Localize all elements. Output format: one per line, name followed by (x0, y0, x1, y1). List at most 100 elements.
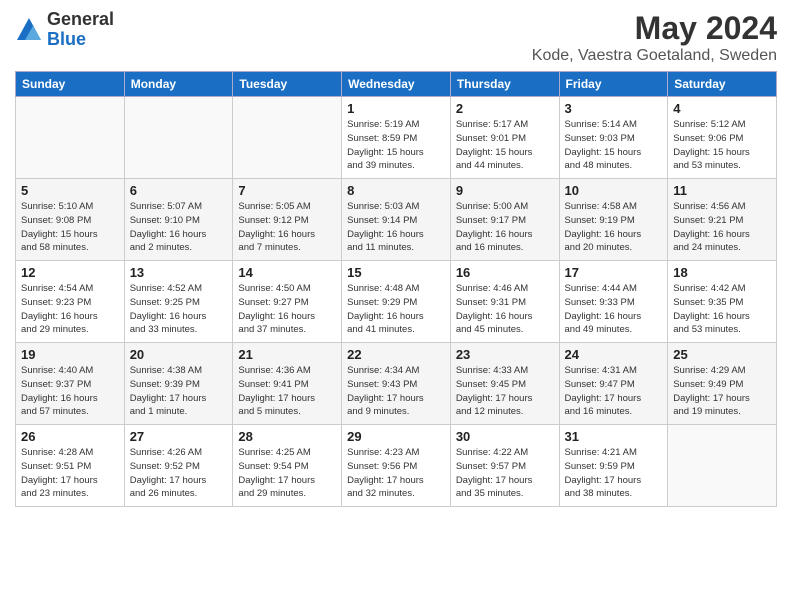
day-info: Sunrise: 4:46 AM Sunset: 9:31 PM Dayligh… (456, 282, 554, 337)
day-number: 23 (456, 347, 554, 362)
day-info: Sunrise: 4:23 AM Sunset: 9:56 PM Dayligh… (347, 446, 445, 501)
logo: General Blue (15, 10, 114, 50)
calendar-cell: 27Sunrise: 4:26 AM Sunset: 9:52 PM Dayli… (124, 425, 233, 507)
calendar-cell (124, 97, 233, 179)
col-header-tuesday: Tuesday (233, 72, 342, 97)
day-info: Sunrise: 5:14 AM Sunset: 9:03 PM Dayligh… (565, 118, 663, 173)
day-info: Sunrise: 5:19 AM Sunset: 8:59 PM Dayligh… (347, 118, 445, 173)
day-info: Sunrise: 4:56 AM Sunset: 9:21 PM Dayligh… (673, 200, 771, 255)
day-number: 9 (456, 183, 554, 198)
calendar-cell: 5 Sunrise: 5:10 AM Sunset: 9:08 PM Daylig… (16, 179, 125, 261)
calendar-week-3: 12 Sunrise: 4:54 AM Sunset: 9:23 PM Dayli… (16, 261, 777, 343)
col-header-saturday: Saturday (668, 72, 777, 97)
day-info: Sunrise: 4:21 AM Sunset: 9:59 PM Dayligh… (565, 446, 663, 501)
calendar-week-5: 26 Sunrise: 4:28 AM Sunset: 9:51 PM Dayli… (16, 425, 777, 507)
header: General Blue May 2024 Kode, Vaestra Goet… (15, 10, 777, 65)
day-info: Sunrise: 5:12 AM Sunset: 9:06 PM Dayligh… (673, 118, 771, 173)
calendar-week-2: 5 Sunrise: 5:10 AM Sunset: 9:08 PM Daylig… (16, 179, 777, 261)
day-number: 31 (565, 429, 663, 444)
calendar-cell: 17Sunrise: 4:44 AM Sunset: 9:33 PM Dayli… (559, 261, 668, 343)
calendar-cell: 9 Sunrise: 5:00 AM Sunset: 9:17 PM Daylig… (450, 179, 559, 261)
day-number: 15 (347, 265, 445, 280)
day-number: 12 (21, 265, 119, 280)
day-info: Sunrise: 4:28 AM Sunset: 9:51 PM Dayligh… (21, 446, 119, 501)
calendar-cell: 8Sunrise: 5:03 AM Sunset: 9:14 PM Daylig… (342, 179, 451, 261)
day-number: 2 (456, 101, 554, 116)
day-number: 29 (347, 429, 445, 444)
day-info: Sunrise: 5:10 AM Sunset: 9:08 PM Dayligh… (21, 200, 119, 255)
calendar-week-1: 1 Sunrise: 5:19 AM Sunset: 8:59 PM Daylig… (16, 97, 777, 179)
day-info: Sunrise: 4:25 AM Sunset: 9:54 PM Dayligh… (238, 446, 336, 501)
day-info: Sunrise: 4:36 AM Sunset: 9:41 PM Dayligh… (238, 364, 336, 419)
col-header-monday: Monday (124, 72, 233, 97)
calendar-cell: 12 Sunrise: 4:54 AM Sunset: 9:23 PM Dayli… (16, 261, 125, 343)
day-number: 4 (673, 101, 771, 116)
day-number: 17 (565, 265, 663, 280)
day-info: Sunrise: 4:42 AM Sunset: 9:35 PM Dayligh… (673, 282, 771, 337)
col-header-friday: Friday (559, 72, 668, 97)
calendar-subtitle: Kode, Vaestra Goetaland, Sweden (532, 47, 777, 65)
day-number: 20 (130, 347, 228, 362)
day-number: 16 (456, 265, 554, 280)
day-info: Sunrise: 4:22 AM Sunset: 9:57 PM Dayligh… (456, 446, 554, 501)
calendar-cell: 24 Sunrise: 4:31 AM Sunset: 9:47 PM Dayli… (559, 343, 668, 425)
day-info: Sunrise: 4:40 AM Sunset: 9:37 PM Dayligh… (21, 364, 119, 419)
day-number: 1 (347, 101, 445, 116)
calendar-cell: 22 Sunrise: 4:34 AM Sunset: 9:43 PM Dayli… (342, 343, 451, 425)
day-info: Sunrise: 4:58 AM Sunset: 9:19 PM Dayligh… (565, 200, 663, 255)
day-number: 6 (130, 183, 228, 198)
day-number: 24 (565, 347, 663, 362)
day-info: Sunrise: 4:38 AM Sunset: 9:39 PM Dayligh… (130, 364, 228, 419)
calendar-cell: 25 Sunrise: 4:29 AM Sunset: 9:49 PM Dayli… (668, 343, 777, 425)
day-number: 19 (21, 347, 119, 362)
logo-text: General Blue (47, 10, 114, 50)
calendar-cell (668, 425, 777, 507)
day-number: 26 (21, 429, 119, 444)
day-number: 5 (21, 183, 119, 198)
day-info: Sunrise: 4:31 AM Sunset: 9:47 PM Dayligh… (565, 364, 663, 419)
day-info: Sunrise: 4:33 AM Sunset: 9:45 PM Dayligh… (456, 364, 554, 419)
calendar-cell: 29 Sunrise: 4:23 AM Sunset: 9:56 PM Dayli… (342, 425, 451, 507)
day-number: 13 (130, 265, 228, 280)
calendar-cell: 4 Sunrise: 5:12 AM Sunset: 9:06 PM Daylig… (668, 97, 777, 179)
day-number: 18 (673, 265, 771, 280)
calendar-cell: 26 Sunrise: 4:28 AM Sunset: 9:51 PM Dayli… (16, 425, 125, 507)
col-header-sunday: Sunday (16, 72, 125, 97)
day-number: 7 (238, 183, 336, 198)
calendar-cell: 31 Sunrise: 4:21 AM Sunset: 9:59 PM Dayli… (559, 425, 668, 507)
day-info: Sunrise: 4:29 AM Sunset: 9:49 PM Dayligh… (673, 364, 771, 419)
day-info: Sunrise: 4:48 AM Sunset: 9:29 PM Dayligh… (347, 282, 445, 337)
calendar-cell: 18 Sunrise: 4:42 AM Sunset: 9:35 PM Dayli… (668, 261, 777, 343)
calendar-table: SundayMondayTuesdayWednesdayThursdayFrid… (15, 71, 777, 507)
day-number: 22 (347, 347, 445, 362)
day-info: Sunrise: 5:03 AM Sunset: 9:14 PM Dayligh… (347, 200, 445, 255)
day-number: 27 (130, 429, 228, 444)
calendar-week-4: 19 Sunrise: 4:40 AM Sunset: 9:37 PM Dayli… (16, 343, 777, 425)
calendar-cell: 30 Sunrise: 4:22 AM Sunset: 9:57 PM Dayli… (450, 425, 559, 507)
calendar-title: May 2024 (532, 10, 777, 47)
calendar-cell: 2Sunrise: 5:17 AM Sunset: 9:01 PM Daylig… (450, 97, 559, 179)
day-number: 21 (238, 347, 336, 362)
calendar-cell: 19 Sunrise: 4:40 AM Sunset: 9:37 PM Dayli… (16, 343, 125, 425)
day-info: Sunrise: 4:54 AM Sunset: 9:23 PM Dayligh… (21, 282, 119, 337)
day-number: 11 (673, 183, 771, 198)
day-number: 14 (238, 265, 336, 280)
calendar-cell: 1 Sunrise: 5:19 AM Sunset: 8:59 PM Daylig… (342, 97, 451, 179)
col-header-thursday: Thursday (450, 72, 559, 97)
logo-general: General (47, 9, 114, 29)
day-number: 28 (238, 429, 336, 444)
calendar-header-row: SundayMondayTuesdayWednesdayThursdayFrid… (16, 72, 777, 97)
day-number: 30 (456, 429, 554, 444)
calendar-cell (233, 97, 342, 179)
day-info: Sunrise: 4:52 AM Sunset: 9:25 PM Dayligh… (130, 282, 228, 337)
title-block: May 2024 Kode, Vaestra Goetaland, Sweden (532, 10, 777, 65)
page: General Blue May 2024 Kode, Vaestra Goet… (0, 0, 792, 612)
day-number: 25 (673, 347, 771, 362)
col-header-wednesday: Wednesday (342, 72, 451, 97)
calendar-cell: 7Sunrise: 5:05 AM Sunset: 9:12 PM Daylig… (233, 179, 342, 261)
day-info: Sunrise: 4:34 AM Sunset: 9:43 PM Dayligh… (347, 364, 445, 419)
calendar-cell: 10Sunrise: 4:58 AM Sunset: 9:19 PM Dayli… (559, 179, 668, 261)
day-info: Sunrise: 5:00 AM Sunset: 9:17 PM Dayligh… (456, 200, 554, 255)
calendar-cell: 14Sunrise: 4:50 AM Sunset: 9:27 PM Dayli… (233, 261, 342, 343)
calendar-cell: 6Sunrise: 5:07 AM Sunset: 9:10 PM Daylig… (124, 179, 233, 261)
